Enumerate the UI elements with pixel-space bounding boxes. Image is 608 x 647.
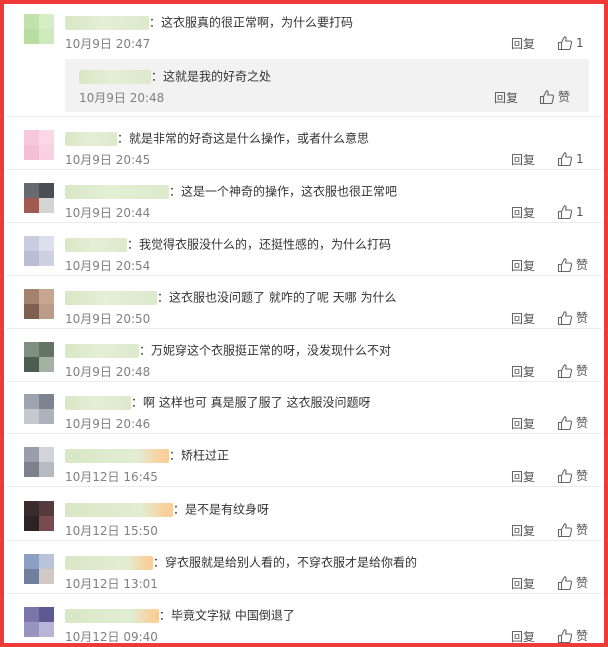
username-blurred[interactable]: [65, 131, 117, 146]
like-count: 赞: [576, 364, 589, 378]
avatar[interactable]: [24, 447, 54, 477]
reply-button[interactable]: 回复: [511, 206, 535, 220]
comment-text: ：毕竟文字狱 中国倒退了: [159, 608, 295, 623]
avatar[interactable]: [24, 501, 54, 531]
comment-timestamp: 10月12日 09:40: [65, 630, 158, 644]
avatar[interactable]: [24, 607, 54, 637]
like-count: 赞: [576, 311, 589, 325]
reply-button[interactable]: 回复: [511, 259, 535, 273]
comment-item: ：这是一个神奇的操作，这衣服也很正常吧 10月9日 20:44 回复 1: [6, 169, 602, 223]
comment-item: ：万妮穿这个衣服挺正常的呀，没发现什么不对 10月9日 20:48 回复 赞: [6, 328, 602, 382]
username-blurred[interactable]: [65, 343, 139, 358]
like-count: 赞: [576, 523, 589, 537]
thumbs-up-icon: [557, 575, 573, 591]
nested-reply: ：这就是我的好奇之处 10月9日 20:48 回复 赞: [65, 59, 589, 112]
comment-text: ：万妮穿这个衣服挺正常的呀，没发现什么不对: [139, 343, 392, 358]
comment-item: ：毕竟文字狱 中国倒退了 10月12日 09:40 回复 赞: [6, 593, 602, 647]
avatar[interactable]: [24, 289, 54, 319]
thumbs-up-icon: [557, 151, 573, 167]
reply-button[interactable]: 回复: [511, 524, 535, 538]
avatar[interactable]: [24, 14, 54, 44]
comment-timestamp: 10月12日 16:45: [65, 470, 158, 484]
like-count: 赞: [576, 576, 589, 590]
comment-item: ：矫枉过正 10月12日 16:45 回复 赞: [6, 433, 602, 487]
avatar[interactable]: [24, 236, 54, 266]
comment-text: ：是不是有纹身呀: [173, 502, 270, 517]
reply-button[interactable]: 回复: [511, 312, 535, 326]
comment-timestamp: 10月9日 20:46: [65, 417, 151, 431]
like-count: 1: [576, 36, 584, 50]
comment-item: ：这衣服也没问题了 就咋的了呢 天哪 为什么 10月9日 20:50 回复 赞: [6, 275, 602, 329]
thumbs-up-icon: [557, 522, 573, 538]
comment-item: ：啊 这样也可 真是服了服了 这衣服没问题呀 10月9日 20:46 回复 赞: [6, 380, 602, 434]
comment-item: ：是不是有纹身呀 10月12日 15:50 回复 赞: [6, 487, 602, 541]
comment-timestamp: 10月9日 20:44: [65, 206, 151, 220]
comment-item: ：穿衣服就是给别人看的，不穿衣服才是给你看的 10月12日 13:01 回复 赞: [6, 540, 602, 594]
comment-item: ：这衣服真的很正常啊，为什么要打码 10月9日 20:47 回复 1 ：这就是我的好奇之…: [6, 0, 602, 117]
username-blurred[interactable]: [79, 69, 151, 84]
username-blurred[interactable]: [65, 15, 149, 30]
comment-timestamp: 10月12日 13:01: [65, 577, 158, 591]
username-blurred[interactable]: [65, 608, 159, 623]
avatar[interactable]: [24, 183, 54, 213]
reply-button[interactable]: 回复: [511, 153, 535, 167]
like-count: 赞: [576, 629, 589, 643]
like-count: 赞: [576, 416, 589, 430]
comment-text: ：我觉得衣服没什么的，还挺性感的，为什么打码: [127, 237, 392, 252]
thumbs-up-icon: [557, 415, 573, 431]
comment-text: ：矫枉过正: [169, 448, 230, 463]
thumbs-up-icon: [557, 628, 573, 644]
like-count: 1: [576, 152, 584, 166]
username-blurred[interactable]: [65, 555, 153, 570]
thumbs-up-icon: [557, 204, 573, 220]
username-blurred[interactable]: [65, 184, 169, 199]
thumbs-up-icon: [539, 89, 555, 105]
thumbs-up-icon: [557, 310, 573, 326]
comment-timestamp: 10月9日 20:47: [65, 37, 151, 51]
reply-button[interactable]: 回复: [511, 470, 535, 484]
avatar[interactable]: [24, 342, 54, 372]
comment-timestamp: 10月9日 20:45: [65, 153, 151, 167]
reply-button[interactable]: 回复: [511, 577, 535, 591]
like-count: 赞: [576, 469, 589, 483]
like-count: 1: [576, 205, 584, 219]
username-blurred[interactable]: [65, 448, 169, 463]
thumbs-up-icon: [557, 468, 573, 484]
reply-button[interactable]: 回复: [511, 630, 535, 644]
comment-text: ：穿衣服就是给别人看的，不穿衣服才是给你看的: [153, 555, 418, 570]
like-count: 赞: [558, 90, 571, 104]
comment-timestamp: 10月9日 20:50: [65, 312, 151, 326]
comment-text: ：这衣服也没问题了 就咋的了呢 天哪 为什么: [157, 290, 397, 305]
comment-text: ：这是一个神奇的操作，这衣服也很正常吧: [169, 184, 398, 199]
comment-timestamp: 10月9日 20:48: [65, 365, 151, 379]
comment-timestamp: 10月12日 15:50: [65, 524, 158, 538]
thumbs-up-icon: [557, 257, 573, 273]
thumbs-up-icon: [557, 35, 573, 51]
comment-item: ：我觉得衣服没什么的，还挺性感的，为什么打码 10月9日 20:54 回复 赞: [6, 222, 602, 276]
comment-list: ：这衣服真的很正常啊，为什么要打码 10月9日 20:47 回复 1 ：这就是我的好奇之…: [6, 0, 602, 647]
comment-timestamp: 10月9日 20:54: [65, 259, 151, 273]
reply-button[interactable]: 回复: [511, 417, 535, 431]
comment-text: ：这衣服真的很正常啊，为什么要打码: [149, 15, 354, 30]
reply-button[interactable]: 回复: [511, 365, 535, 379]
username-blurred[interactable]: [65, 395, 131, 410]
avatar[interactable]: [24, 554, 54, 584]
reply-timestamp: 10月9日 20:48: [79, 91, 165, 105]
comment-text: ：啊 这样也可 真是服了服了 这衣服没问题呀: [131, 395, 371, 410]
username-blurred[interactable]: [65, 237, 127, 252]
like-count: 赞: [576, 258, 589, 272]
username-blurred[interactable]: [65, 502, 173, 517]
comment-item: ：就是非常的好奇这是什么操作，或者什么意思 10月9日 20:45 回复 1: [6, 116, 602, 170]
comment-text: ：就是非常的好奇这是什么操作，或者什么意思: [117, 131, 370, 146]
username-blurred[interactable]: [65, 290, 157, 305]
avatar[interactable]: [24, 394, 54, 424]
reply-button[interactable]: 回复: [511, 37, 535, 51]
reply-button[interactable]: 回复: [494, 91, 518, 105]
avatar[interactable]: [24, 130, 54, 160]
reply-text: ：这就是我的好奇之处: [151, 69, 272, 84]
thumbs-up-icon: [557, 363, 573, 379]
